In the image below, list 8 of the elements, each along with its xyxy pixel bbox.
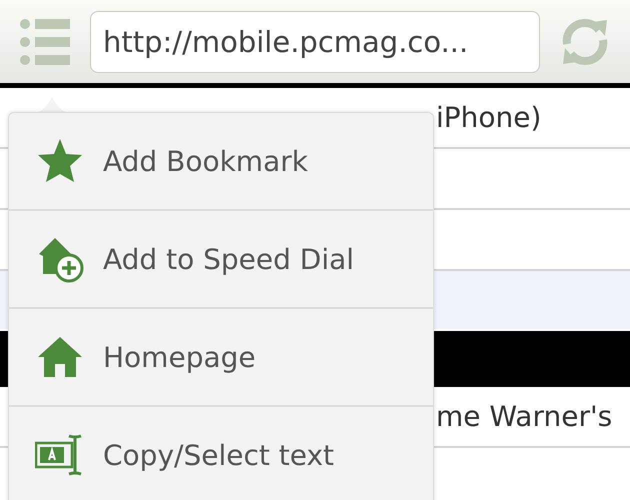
page-text: iPhone) xyxy=(436,101,542,134)
menu-item[interactable]: Add Bookmark xyxy=(9,113,433,211)
menu-icon xyxy=(18,18,72,66)
menu-item[interactable]: Add to Speed Dial xyxy=(9,211,433,309)
menu-item[interactable]: Homepage xyxy=(9,309,433,407)
url-field[interactable]: http://mobile.pcmag.co... xyxy=(90,10,540,72)
page-text: me Warner's xyxy=(436,400,612,433)
menu-item[interactable]: Copy/Select text xyxy=(9,407,433,500)
